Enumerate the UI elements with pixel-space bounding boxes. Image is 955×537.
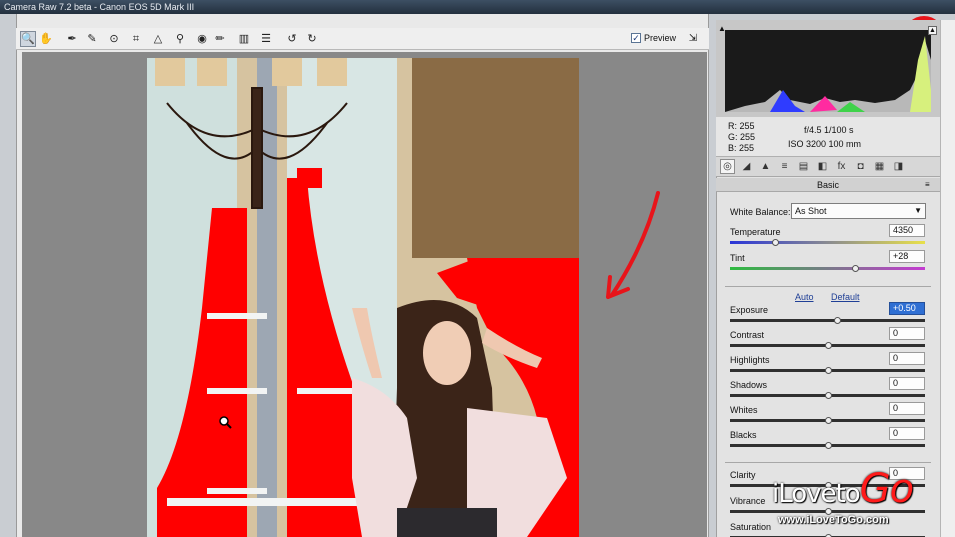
highlight-clipping-warning-icon[interactable]: ▲ <box>928 26 937 35</box>
watermark-logo: iLovetoGo <box>772 466 914 512</box>
color-sampler-icon[interactable]: ✎ <box>84 31 100 47</box>
slider-label-highlights: Highlights <box>730 355 770 365</box>
preferences-icon[interactable]: ☰ <box>258 31 274 47</box>
slider-track-exposure[interactable] <box>730 319 925 322</box>
slider-label-contrast: Contrast <box>730 330 765 340</box>
slider-value-highlights[interactable]: 0 <box>889 352 925 365</box>
window-title-bar: Camera Raw 7.2 beta - Canon EOS 5D Mark … <box>0 0 955 14</box>
slider-thumb-temperature[interactable] <box>771 239 779 246</box>
default-link[interactable]: Default <box>831 292 860 302</box>
panel-tab-7[interactable]: fx <box>834 159 849 174</box>
slider-track-temperature[interactable] <box>730 241 925 244</box>
crop-icon[interactable]: ⌗ <box>128 31 144 47</box>
slider-thumb-whites[interactable] <box>824 417 832 424</box>
slider-value-whites[interactable]: 0 <box>889 402 925 415</box>
blue-value: B: 255 <box>728 143 755 153</box>
slider-label-exposure: Exposure <box>730 305 769 315</box>
preview-checkbox[interactable]: ✓ <box>631 33 641 43</box>
slider-value-tint[interactable]: +28 <box>889 250 925 263</box>
panel-tab-10[interactable]: ◨ <box>891 159 906 174</box>
adjustment-brush-icon[interactable]: ✏ <box>212 31 228 47</box>
fullscreen-toggle-icon[interactable]: ⇲ <box>686 32 700 45</box>
white-balance-label: White Balance: <box>730 207 791 217</box>
slider-label-blacks: Blacks <box>730 430 757 440</box>
target-adjust-icon[interactable]: ⊙ <box>106 31 122 47</box>
panel-title: Basic <box>716 178 940 192</box>
panel-tab-1[interactable]: ◎ <box>720 159 735 174</box>
preview-label: Preview <box>644 33 677 43</box>
separator <box>725 286 931 287</box>
panel-tab-6[interactable]: ◧ <box>815 159 830 174</box>
panel-scrollbar[interactable] <box>940 20 955 537</box>
photo-preview[interactable] <box>147 58 579 537</box>
white-balance-value: As Shot <box>795 206 827 216</box>
slider-label-clarity: Clarity <box>730 470 756 480</box>
rotate-right-icon[interactable]: ↻ <box>304 31 320 47</box>
slider-value-exposure[interactable]: +0.50 <box>889 302 925 315</box>
watermark-url: www.iLoveToGo.com <box>778 514 889 526</box>
aperture-shutter: f/4.5 1/100 s <box>804 125 854 135</box>
slider-thumb-blacks[interactable] <box>824 442 832 449</box>
panel-tab-9[interactable]: ▦ <box>872 159 887 174</box>
red-value: R: 255 <box>728 121 755 131</box>
graduated-filter-icon[interactable]: ▥ <box>236 31 252 47</box>
separator <box>725 462 931 463</box>
iso-focal: ISO 3200 100 mm <box>788 139 862 149</box>
slider-label-tint: Tint <box>730 253 745 263</box>
shadow-clipping-warning-icon[interactable]: ▲ <box>718 25 726 33</box>
slider-label-temperature: Temperature <box>730 227 781 237</box>
slider-thumb-tint[interactable] <box>851 265 859 272</box>
green-value: G: 255 <box>728 132 756 142</box>
red-eye-icon[interactable]: ◉ <box>194 31 210 47</box>
chevron-down-icon: ▼ <box>914 206 922 215</box>
annotation-arrow-photo <box>606 191 660 299</box>
panel-tab-2[interactable]: ◢ <box>739 159 754 174</box>
white-balance-select[interactable]: As Shot ▼ <box>791 203 926 219</box>
panel-tab-8[interactable]: ◘ <box>853 159 868 174</box>
slider-thumb-highlights[interactable] <box>824 367 832 374</box>
slider-thumb-shadows[interactable] <box>824 392 832 399</box>
slider-thumb-contrast[interactable] <box>824 342 832 349</box>
white-balance-icon[interactable]: ✒ <box>64 31 80 47</box>
spot-removal-icon[interactable]: ⚲ <box>172 31 188 47</box>
slider-track-tint[interactable] <box>730 267 925 270</box>
panel-tab-5[interactable]: ▤ <box>796 159 811 174</box>
panel-tab-4[interactable]: ≡ <box>777 159 792 174</box>
straighten-icon[interactable]: △ <box>150 31 166 47</box>
watermark-prefix: iLoveto <box>772 479 861 509</box>
histogram-graph <box>725 30 931 112</box>
slider-label-vibrance: Vibrance <box>730 496 766 506</box>
slider-label-whites: Whites <box>730 405 758 415</box>
panel-menu-icon[interactable]: ≡ <box>925 180 930 189</box>
panel-tabs: ◎ ◢ ▲ ≡ ▤ ◧ fx ◘ ▦ ◨ <box>716 157 940 177</box>
slider-value-shadows[interactable]: 0 <box>889 377 925 390</box>
info-readout: R: 255 G: 255 B: 255 f/4.5 1/100 s ISO 3… <box>716 117 940 157</box>
slider-value-blacks[interactable]: 0 <box>889 427 925 440</box>
slider-value-contrast[interactable]: 0 <box>889 327 925 340</box>
slider-label-saturation: Saturation <box>730 522 772 532</box>
panel-tab-3[interactable]: ▲ <box>758 159 773 174</box>
slider-value-temperature[interactable]: 4350 <box>889 224 925 237</box>
window-title: Camera Raw 7.2 beta - Canon EOS 5D Mark … <box>4 2 195 12</box>
rotate-left-icon[interactable]: ↺ <box>284 31 300 47</box>
zoom-icon[interactable]: 🔍 <box>20 31 36 47</box>
hand-icon[interactable]: ✋ <box>38 31 54 47</box>
photo-image <box>147 58 579 537</box>
watermark-suffix: Go <box>859 466 914 512</box>
slider-label-shadows: Shadows <box>730 380 768 390</box>
auto-link[interactable]: Auto <box>795 292 814 302</box>
